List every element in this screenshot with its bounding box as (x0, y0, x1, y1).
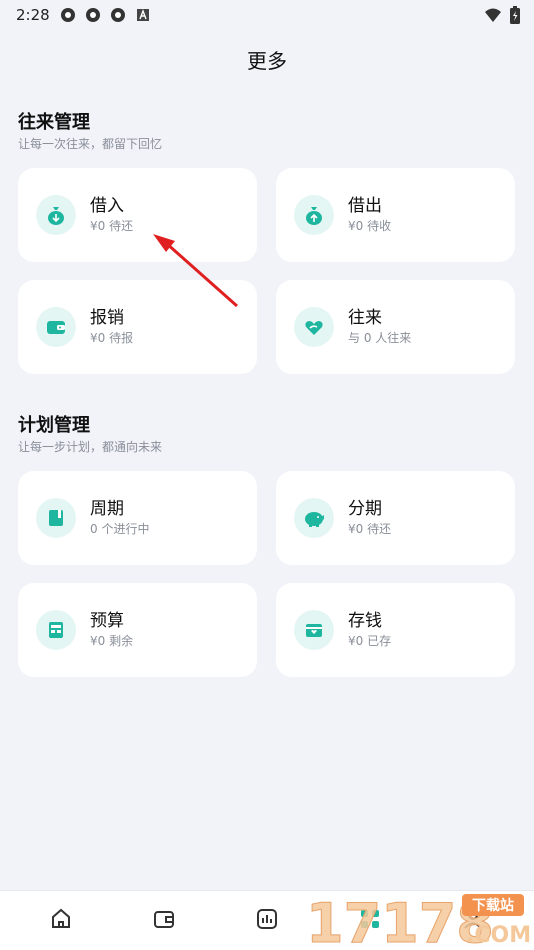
card-name: 预算 (90, 611, 124, 631)
money-bag-down-icon (36, 195, 76, 235)
reimburse-card[interactable]: 报销 ¥0 待报 (18, 280, 257, 374)
app-icon (85, 7, 101, 23)
wallet-icon (36, 307, 76, 347)
card-meta: ¥0 待报 (90, 331, 134, 345)
contacts-card[interactable]: 往来 与 0 人往来 (276, 280, 515, 374)
card-meta: 与 0 人往来 (348, 331, 412, 345)
card-meta: ¥0 待还 (348, 522, 392, 536)
chart-icon (255, 907, 279, 935)
app-icon (110, 7, 126, 23)
status-bar: 2:28 (0, 0, 534, 30)
battery-icon (510, 6, 520, 28)
card-meta: ¥0 待还 (90, 219, 134, 233)
section-subtitle-contacts: 让每一次往来，都留下回忆 (18, 137, 163, 151)
budget-card[interactable]: 预算 ¥0 剩余 (18, 583, 257, 677)
notebook-icon (36, 498, 76, 538)
card-name: 报销 (90, 308, 124, 328)
status-time: 2:28 (16, 6, 50, 24)
calculator-icon (36, 610, 76, 650)
card-name: 借出 (348, 196, 382, 216)
card-name: 借入 (90, 196, 124, 216)
money-bag-up-icon (294, 195, 334, 235)
card-meta: ¥0 待收 (348, 219, 392, 233)
nav-wallet[interactable] (144, 901, 184, 941)
savings-card-icon (294, 610, 334, 650)
card-meta: ¥0 已存 (348, 634, 392, 648)
home-icon (49, 907, 73, 935)
wifi-icon (484, 7, 502, 27)
card-name: 往来 (348, 308, 382, 328)
page-title: 更多 (247, 49, 287, 73)
borrow-in-card[interactable]: 借入 ¥0 待还 (18, 168, 257, 262)
cycle-card[interactable]: 周期 0 个进行中 (18, 471, 257, 565)
nav-stats[interactable] (247, 901, 287, 941)
card-name: 周期 (90, 499, 124, 519)
nav-home[interactable] (41, 901, 81, 941)
watermark-domain: .COM (466, 923, 530, 948)
card-meta: ¥0 剩余 (90, 634, 134, 648)
section-subtitle-plans: 让每一步计划，都通向未来 (18, 440, 163, 454)
lend-out-card[interactable]: 借出 ¥0 待收 (276, 168, 515, 262)
card-name: 分期 (348, 499, 382, 519)
savings-card[interactable]: 存钱 ¥0 已存 (276, 583, 515, 677)
site-watermark: 17178 下载站 .COM (300, 890, 532, 950)
a-icon (135, 7, 151, 23)
piggy-bank-icon (294, 498, 334, 538)
app-icon (60, 7, 76, 23)
card-meta: 0 个进行中 (90, 522, 150, 536)
section-title-plans: 计划管理 (18, 415, 90, 436)
section-title-contacts: 往来管理 (18, 112, 90, 133)
watermark-tag: 下载站 (472, 897, 514, 914)
heart-hand-icon (294, 307, 334, 347)
wallet-icon (152, 907, 176, 935)
card-name: 存钱 (348, 611, 382, 631)
installment-card[interactable]: 分期 ¥0 待还 (276, 471, 515, 565)
